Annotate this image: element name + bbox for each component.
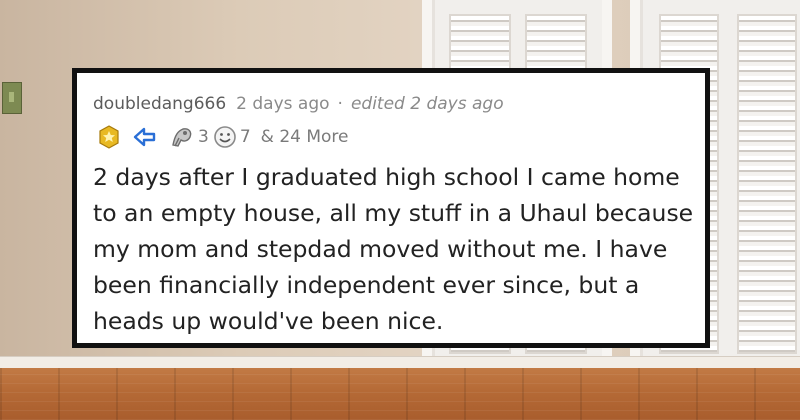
comment-card: doubledang666 2 days ago · edited 2 days… <box>72 68 710 348</box>
gold-award-icon[interactable] <box>97 125 121 149</box>
hardwood-floor <box>0 368 800 420</box>
comment-meta: doubledang666 2 days ago · edited 2 days… <box>93 91 504 117</box>
grinning-face-award-icon[interactable] <box>213 125 237 149</box>
louver-panel <box>737 14 797 354</box>
comment-body: 2 days after I graduated high school I c… <box>93 163 694 335</box>
comment-timestamp[interactable]: 2 days ago <box>236 94 329 114</box>
edited-timestamp: edited 2 days ago <box>350 94 504 114</box>
silver-award-icon[interactable] <box>169 125 195 149</box>
silver-award-count: 3 <box>198 127 209 147</box>
comment-author-link[interactable]: doubledang666 <box>93 94 226 114</box>
more-awards-link[interactable]: & 24 More <box>261 127 349 147</box>
blue-arrow-award-icon[interactable] <box>133 126 157 148</box>
meta-separator: · <box>337 94 343 114</box>
awards-row[interactable]: 3 7 & 24 More <box>97 123 349 151</box>
light-switch-plate <box>2 82 22 114</box>
grinning-award-count: 7 <box>239 127 251 147</box>
